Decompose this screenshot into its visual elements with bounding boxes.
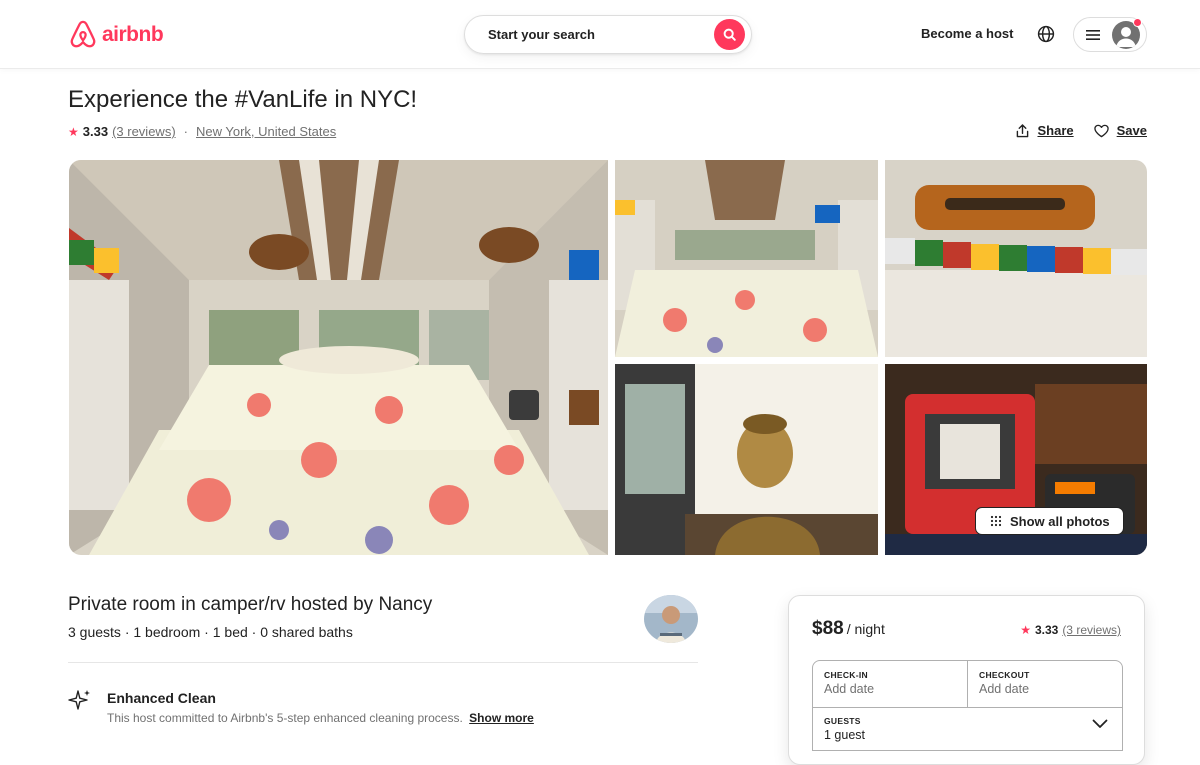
search-placeholder: Start your search bbox=[488, 27, 595, 42]
show-more-link[interactable]: Show more bbox=[469, 711, 534, 725]
listing-rating: 3.33 bbox=[82, 124, 109, 139]
hamburger-menu-icon bbox=[1086, 29, 1100, 40]
chevron-down-icon bbox=[1092, 719, 1108, 728]
become-host-link[interactable]: Become a host bbox=[921, 26, 1013, 41]
nightly-price: $88/ night bbox=[812, 618, 885, 640]
photo-prayer-flags[interactable] bbox=[885, 160, 1147, 357]
checkin-value: Add date bbox=[824, 682, 875, 696]
photo-gallery bbox=[69, 160, 1147, 555]
booking-card: $88/ night ★ 3.33 (3 reviews) CHECK-IN A… bbox=[788, 595, 1145, 765]
search-button[interactable] bbox=[714, 19, 745, 50]
airbnb-logo[interactable]: airbnb bbox=[68, 20, 164, 50]
search-bar[interactable]: Start your search bbox=[464, 15, 752, 54]
user-avatar bbox=[1112, 17, 1142, 49]
host-avatar[interactable] bbox=[644, 595, 698, 643]
heart-icon bbox=[1093, 124, 1109, 137]
search-icon bbox=[723, 28, 736, 41]
checkin-label: CHECK-IN bbox=[824, 670, 868, 680]
grid-dots-icon bbox=[990, 515, 1002, 527]
checkout-label: CHECKOUT bbox=[979, 670, 1030, 680]
enhanced-clean-description: This host committed to Airbnb's 5-step e… bbox=[107, 711, 534, 725]
star-icon: ★ bbox=[1020, 623, 1031, 637]
share-label: Share bbox=[1037, 123, 1074, 138]
guests-value: 1 guest bbox=[824, 728, 866, 742]
meta-separator: · bbox=[183, 124, 188, 139]
guests-label: GUESTS bbox=[824, 716, 861, 726]
price-value: $88 bbox=[812, 618, 844, 639]
checkout-value: Add date bbox=[979, 682, 1030, 696]
photo-buddha-statue[interactable] bbox=[615, 364, 878, 555]
notification-dot bbox=[1133, 17, 1142, 27]
date-picker: CHECK-IN Add date CHECKOUT Add date bbox=[812, 660, 1123, 708]
checkin-field[interactable]: CHECK-IN Add date bbox=[813, 661, 967, 707]
photo-van-bed[interactable] bbox=[615, 160, 878, 357]
section-divider bbox=[68, 662, 698, 663]
share-icon bbox=[1017, 123, 1029, 137]
card-rating: ★ 3.33 (3 reviews) bbox=[1020, 623, 1121, 637]
enhanced-clean-title: Enhanced Clean bbox=[107, 690, 216, 706]
listing-title: Experience the #VanLife in NYC! bbox=[68, 86, 418, 113]
listing-actions: Share Save bbox=[1016, 123, 1147, 138]
share-button[interactable]: Share bbox=[1016, 123, 1074, 138]
enhanced-clean-text: This host committed to Airbnb's 5-step e… bbox=[107, 711, 463, 725]
room-summary: 3 guests · 1 bedroom · 1 bed · 0 shared … bbox=[68, 624, 353, 640]
location-link[interactable]: New York, United States bbox=[196, 124, 336, 139]
save-button[interactable]: Save bbox=[1093, 123, 1147, 138]
sparkle-icon bbox=[68, 690, 90, 710]
card-reviews-link[interactable]: (3 reviews) bbox=[1062, 623, 1121, 637]
airbnb-logo-icon bbox=[70, 20, 96, 48]
reviews-link[interactable]: (3 reviews) bbox=[112, 124, 176, 139]
show-all-photos-button[interactable]: Show all photos bbox=[975, 507, 1124, 535]
user-menu-button[interactable] bbox=[1073, 17, 1147, 52]
globe-icon[interactable] bbox=[1037, 25, 1055, 43]
photo-main-van-interior[interactable] bbox=[69, 160, 608, 555]
card-rating-value: 3.33 bbox=[1034, 623, 1059, 637]
top-header: airbnb Start your search Become a host bbox=[0, 0, 1200, 69]
show-all-photos-label: Show all photos bbox=[1010, 513, 1110, 529]
save-label: Save bbox=[1116, 123, 1147, 138]
logo-wordmark: airbnb bbox=[102, 23, 164, 46]
guests-dropdown[interactable]: GUESTS 1 guest bbox=[812, 707, 1123, 751]
price-unit: / night bbox=[846, 621, 885, 637]
checkout-field[interactable]: CHECKOUT Add date bbox=[967, 661, 1122, 707]
listing-meta-row: ★ 3.33 (3 reviews) · New York, United St… bbox=[68, 124, 336, 139]
star-icon: ★ bbox=[68, 124, 79, 139]
host-title: Private room in camper/rv hosted by Nanc… bbox=[68, 594, 433, 615]
